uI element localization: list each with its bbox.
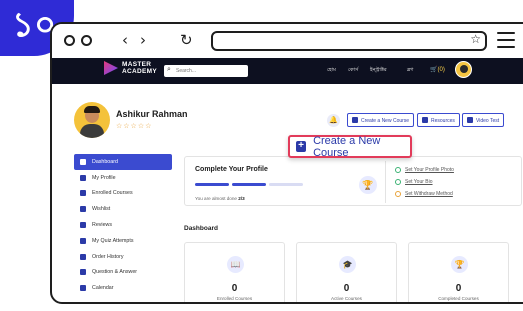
bookmark-icon	[80, 206, 86, 213]
progress-segment	[269, 183, 303, 186]
complete-profile-card: Complete Your Profile 🏆 You are almost d…	[184, 156, 522, 206]
check-circle-icon	[395, 179, 401, 185]
stat-label: Completed Courses	[438, 296, 479, 301]
search-icon: ⌕	[167, 66, 171, 73]
cart-button[interactable]: 🛒(0)	[430, 66, 445, 73]
progress-segment	[195, 183, 229, 186]
cart-count: (0)	[437, 67, 445, 73]
trophy-icon: 🏆	[451, 256, 468, 273]
bookmark-star-icon[interactable]: ☆	[470, 32, 481, 46]
graduation-cap-icon	[80, 190, 86, 197]
video-test-button[interactable]: Video Test	[462, 113, 505, 127]
browser-window: ‹ › ↻ ☆ MASTER ACADEMY ⌕ Search... হোম ক…	[50, 22, 523, 304]
stat-value: 0	[343, 283, 350, 294]
sitemap-icon	[80, 237, 86, 244]
nav-link-courses[interactable]: কোর্স	[348, 67, 358, 75]
resources-button[interactable]: Resources	[417, 113, 460, 127]
profile-progress-bar	[195, 183, 303, 186]
sidebar-item-label: Enrolled Courses	[92, 190, 133, 197]
sidebar-item-label: My Quiz Attempts	[92, 237, 134, 244]
trophy-icon: 🏆	[359, 176, 377, 194]
address-bar[interactable]: ☆	[211, 31, 487, 51]
rating-stars: ☆☆☆☆☆	[116, 123, 153, 130]
sidebar-item-order-history[interactable]: Order History	[74, 249, 172, 265]
stat-label: Active Courses	[331, 296, 362, 301]
logo-mark-icon	[104, 61, 118, 75]
stat-card-completed: 🏆 0 Completed Courses	[408, 242, 509, 302]
search-placeholder: Search...	[176, 68, 197, 74]
back-icon[interactable]: ‹	[122, 31, 128, 49]
logo-line2: ACADEMY	[122, 68, 157, 75]
book-icon: 📖	[227, 256, 244, 273]
plus-square-icon	[352, 117, 358, 123]
sidebar: Dashboard My Profile Enrolled Courses Wishl…	[74, 154, 172, 296]
stat-value: 0	[455, 283, 462, 294]
sidebar-item-label: My Profile	[92, 174, 116, 181]
sidebar-item-dashboard[interactable]: Dashboard	[74, 154, 172, 170]
sidebar-item-label: Calendar	[92, 285, 114, 292]
task-profile-photo[interactable]: Set Your Profile Photo	[395, 167, 454, 173]
sidebar-item-label: Reviews	[92, 222, 113, 229]
sidebar-item-my-profile[interactable]: My Profile	[74, 170, 172, 186]
gauge-icon	[80, 158, 86, 165]
site-header: MASTER ACADEMY ⌕ Search... হোম কোর্স ইন্…	[52, 58, 523, 84]
sidebar-item-calendar[interactable]: Calendar	[74, 280, 172, 296]
forward-icon[interactable]: ›	[140, 31, 146, 49]
task-withdraw-method[interactable]: Set Withdraw Method	[395, 191, 453, 197]
stat-card-active: 🎓 0 Active Courses	[296, 242, 397, 302]
sidebar-item-my-quiz-attempts[interactable]: My Quiz Attempts	[74, 233, 172, 249]
browser-toolbar: ‹ › ↻ ☆	[52, 24, 523, 58]
window-dot	[81, 35, 92, 46]
sidebar-item-wishlist[interactable]: Wishlist	[74, 201, 172, 217]
pending-circle-icon	[395, 191, 401, 197]
plus-icon: +	[296, 141, 307, 152]
graduation-cap-icon: 🎓	[339, 256, 356, 273]
video-icon	[467, 117, 473, 123]
progress-segment	[232, 183, 266, 186]
create-course-button[interactable]: Create a New Course	[347, 113, 415, 127]
sidebar-item-label: Question & Answer	[92, 269, 138, 276]
profile-avatar	[74, 102, 110, 138]
sidebar-item-label: Wishlist	[92, 206, 111, 213]
completion-status: You are almost done 2/3	[195, 196, 245, 201]
notification-bell-icon[interactable]: 🔔	[327, 114, 340, 127]
cart-icon	[80, 253, 86, 260]
header-user-avatar[interactable]	[455, 61, 472, 78]
sidebar-item-enrolled-courses[interactable]: Enrolled Courses	[74, 186, 172, 202]
star-icon	[80, 222, 86, 229]
nav-link-home[interactable]: হোম	[327, 67, 336, 75]
calendar-icon	[80, 285, 86, 292]
check-circle-icon	[395, 167, 401, 173]
stat-label: Enrolled Courses	[216, 296, 253, 301]
nav-link-instructor[interactable]: ইন্স্ট্রাক্টর	[370, 67, 387, 75]
document-icon	[422, 117, 428, 123]
sidebar-item-label: Order History	[92, 253, 124, 260]
question-icon	[80, 269, 86, 276]
search-input[interactable]: ⌕ Search...	[164, 65, 248, 77]
user-icon	[80, 174, 86, 181]
task-bio[interactable]: Set Your Bio	[395, 179, 433, 185]
highlight-label: Create a New Course	[313, 134, 381, 159]
sidebar-item-reviews[interactable]: Reviews	[74, 217, 172, 233]
sidebar-item-question-answer[interactable]: Question & Answer	[74, 265, 172, 281]
hamburger-menu-icon[interactable]	[497, 32, 515, 48]
complete-profile-title: Complete Your Profile	[195, 166, 268, 173]
site-logo[interactable]: MASTER ACADEMY	[104, 61, 157, 75]
create-course-highlight[interactable]: + Create a New Course	[288, 134, 412, 159]
nav-link-blog[interactable]: ব্লগ	[407, 67, 413, 75]
stat-value: 0	[231, 283, 238, 294]
stat-card-enrolled: 📖 0 Enrolled Courses	[184, 242, 285, 302]
dashboard-title: Dashboard	[184, 225, 218, 232]
tutorial-frame: ১০ ‹ › ↻ ☆ MASTER ACADEMY ⌕ Search... হো…	[0, 0, 523, 311]
window-dot	[64, 35, 75, 46]
logo-line1: MASTER	[122, 61, 152, 68]
sidebar-item-label: Dashboard	[92, 158, 118, 165]
reload-icon[interactable]: ↻	[180, 31, 193, 49]
profile-name: Ashikur Rahman	[116, 109, 188, 119]
